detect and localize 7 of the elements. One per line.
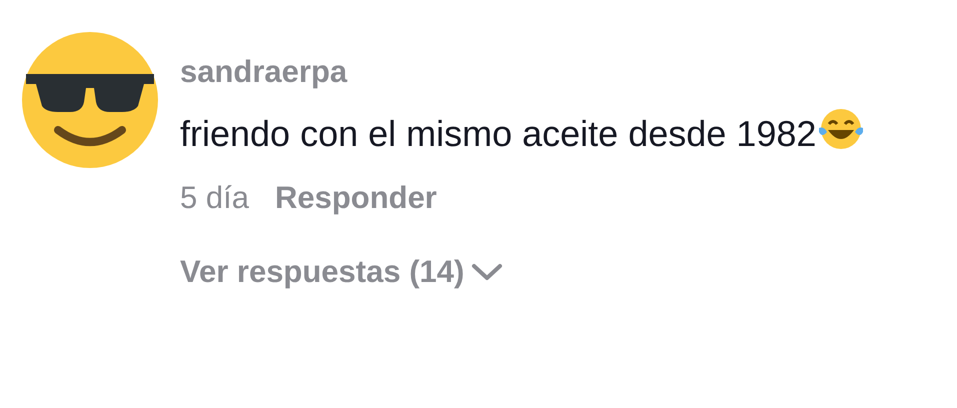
comment-time: 5 día: [180, 180, 249, 216]
avatar-icon: [22, 32, 158, 168]
chevron-down-icon: [470, 262, 504, 282]
reply-button[interactable]: Responder: [274, 180, 437, 216]
comment-text: friendo con el mismo aceite desde 1982: [180, 104, 880, 164]
view-replies-button[interactable]: Ver respuestas (14): [180, 254, 504, 290]
username[interactable]: sandraerpa: [180, 54, 348, 90]
